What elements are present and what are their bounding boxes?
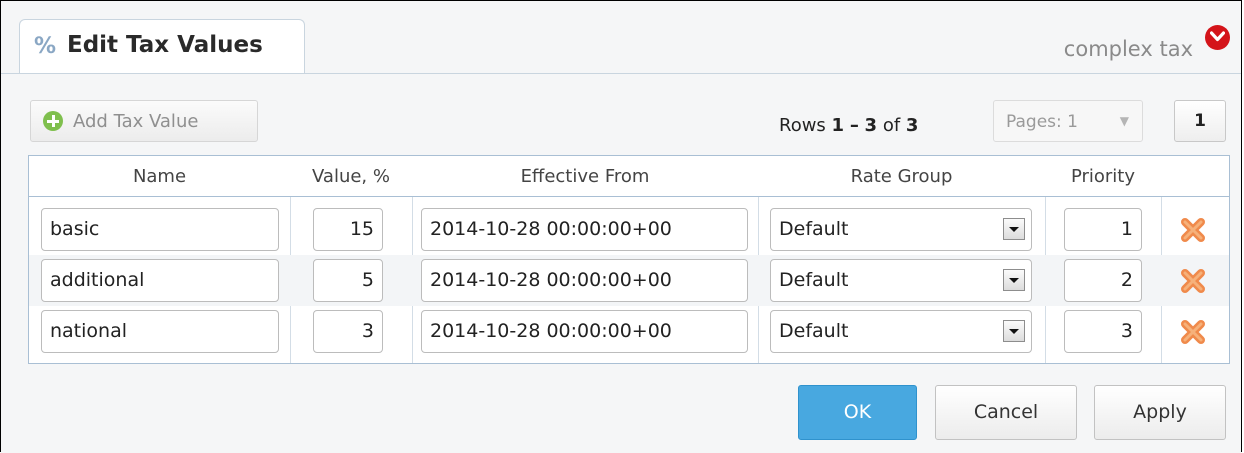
dialog-content: Add Tax Value Rows 1 – 3 of 3 Pages: 1 ▼… bbox=[1, 74, 1241, 453]
effective-from-input[interactable]: 2014-10-28 00:00:00+00 bbox=[421, 208, 748, 251]
rows-prefix: Rows bbox=[779, 115, 826, 136]
effective-from-input[interactable]: 2014-10-28 00:00:00+00 bbox=[421, 259, 748, 302]
priority-input[interactable]: 3 bbox=[1064, 310, 1142, 353]
priority-input[interactable]: 2 bbox=[1064, 259, 1142, 302]
rows-counter: Rows 1 – 3 of 3 bbox=[779, 115, 918, 136]
rate-group-value: Default bbox=[779, 320, 849, 342]
column-header-name[interactable]: Name bbox=[29, 166, 290, 187]
column-header-value[interactable]: Value, % bbox=[290, 166, 412, 187]
table-row: basic 15 2014-10-28 00:00:00+00 Default … bbox=[29, 204, 1229, 255]
rows-from: 1 bbox=[831, 115, 845, 136]
apply-button[interactable]: Apply bbox=[1094, 385, 1226, 440]
tab-title: Edit Tax Values bbox=[67, 32, 263, 58]
rate-group-value: Default bbox=[779, 269, 849, 291]
rows-dash: – bbox=[849, 115, 859, 136]
priority-input[interactable]: 1 bbox=[1064, 208, 1142, 251]
window-header: % Edit Tax Values complex tax bbox=[1, 1, 1241, 74]
rate-group-select[interactable]: Default bbox=[770, 310, 1032, 353]
tax-name-input[interactable]: national bbox=[41, 310, 279, 353]
rate-group-select[interactable]: Default bbox=[770, 259, 1032, 302]
table-row: additional 5 2014-10-28 00:00:00+00 Defa… bbox=[29, 255, 1229, 306]
column-header-priority[interactable]: Priority bbox=[1045, 166, 1161, 187]
dropdown-arrow-icon bbox=[1003, 269, 1025, 291]
delete-x-icon[interactable] bbox=[1179, 216, 1207, 244]
chevron-down-icon bbox=[1210, 31, 1225, 42]
delete-x-icon[interactable] bbox=[1179, 267, 1207, 295]
tax-values-table: Name Value, % Effective From Rate Group … bbox=[28, 155, 1230, 364]
add-tax-value-button[interactable]: Add Tax Value bbox=[30, 100, 258, 142]
dropdown-arrow-icon bbox=[1003, 218, 1025, 240]
edit-tax-values-window: % Edit Tax Values complex tax Add Tax Va… bbox=[0, 0, 1242, 453]
delete-x-icon[interactable] bbox=[1179, 318, 1207, 346]
tax-value-input[interactable]: 15 bbox=[313, 208, 383, 251]
rows-of: of bbox=[882, 115, 901, 136]
tax-value-input[interactable]: 3 bbox=[313, 310, 383, 353]
entity-name: complex tax bbox=[1063, 37, 1193, 61]
collapse-button[interactable] bbox=[1205, 25, 1230, 50]
table-header: Name Value, % Effective From Rate Group … bbox=[29, 156, 1229, 197]
cancel-button[interactable]: Cancel bbox=[935, 385, 1077, 440]
percent-icon: % bbox=[34, 34, 57, 59]
page-1-button[interactable]: 1 bbox=[1174, 100, 1226, 142]
plus-circle-icon bbox=[43, 111, 63, 131]
tax-name-input[interactable]: basic bbox=[41, 208, 279, 251]
rate-group-select[interactable]: Default bbox=[770, 208, 1032, 251]
pages-select[interactable]: Pages: 1 ▼ bbox=[993, 100, 1143, 142]
table-row: national 3 2014-10-28 00:00:00+00 Defaul… bbox=[29, 306, 1229, 357]
rows-total: 3 bbox=[905, 115, 919, 136]
add-tax-value-label: Add Tax Value bbox=[73, 111, 199, 132]
tab-edit-tax-values[interactable]: % Edit Tax Values bbox=[19, 19, 305, 73]
rows-to: 3 bbox=[864, 115, 878, 136]
rate-group-value: Default bbox=[779, 218, 849, 240]
chevron-down-icon: ▼ bbox=[1119, 114, 1129, 128]
dropdown-arrow-icon bbox=[1003, 320, 1025, 342]
ok-button[interactable]: OK bbox=[798, 385, 917, 440]
effective-from-input[interactable]: 2014-10-28 00:00:00+00 bbox=[421, 310, 748, 353]
column-header-effective-from[interactable]: Effective From bbox=[412, 166, 758, 187]
tax-value-input[interactable]: 5 bbox=[313, 259, 383, 302]
tax-name-input[interactable]: additional bbox=[41, 259, 279, 302]
column-header-rate-group[interactable]: Rate Group bbox=[758, 166, 1045, 187]
pages-select-label: Pages: 1 bbox=[1006, 112, 1078, 132]
